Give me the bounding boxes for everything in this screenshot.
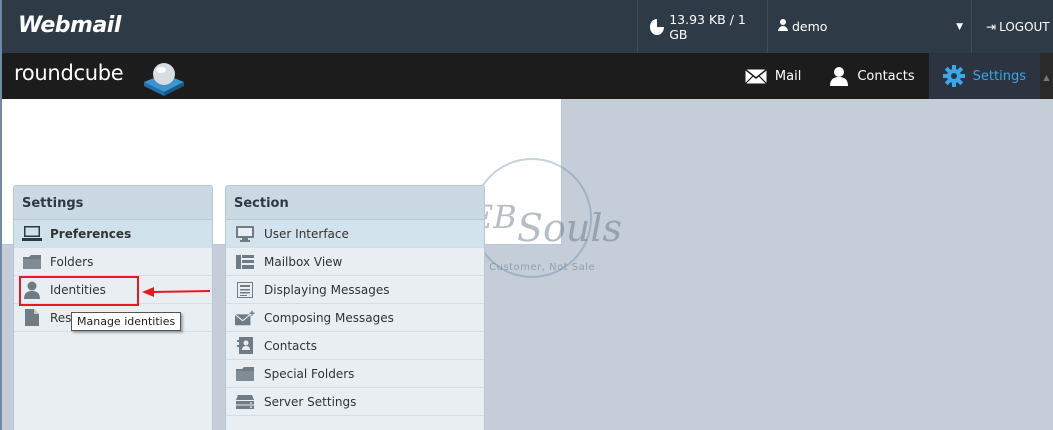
- document-icon: [22, 309, 42, 327]
- settings-item-preferences[interactable]: Preferences: [14, 220, 212, 248]
- user-icon: [778, 19, 788, 31]
- app-navbar: roundcube Mail Contacts Settings ▲: [0, 53, 1053, 99]
- tooltip-manage-identities: Manage identities: [71, 312, 182, 331]
- gear-icon: [942, 65, 965, 87]
- section-panel: Section User Interface Mailbox View Disp…: [225, 185, 485, 430]
- settings-item-label: Folders: [50, 254, 94, 269]
- contacts-icon: [829, 66, 849, 86]
- user-label: demo: [778, 19, 827, 34]
- settings-item-label: Preferences: [50, 226, 132, 241]
- quota-pie-icon: [650, 18, 665, 35]
- section-panel-title: Section: [226, 186, 484, 220]
- settings-item-folders[interactable]: Folders: [14, 248, 212, 276]
- top-bar-right: 13.93 KB / 1 GB demo ▼ ⇥ LOGOUT: [637, 0, 1053, 53]
- section-item-label: Contacts: [264, 338, 317, 353]
- top-bar: Webmail 13.93 KB / 1 GB demo ▼ ⇥ LOGOUT: [0, 0, 1053, 53]
- section-item-user-interface[interactable]: User Interface: [226, 220, 484, 248]
- section-item-contacts[interactable]: Contacts: [226, 332, 484, 360]
- roundcube-cube-icon: [144, 63, 184, 96]
- server-icon: [235, 393, 255, 411]
- nav-settings-label: Settings: [972, 68, 1026, 84]
- envelope-icon: [744, 68, 767, 84]
- scroll-up-arrow-icon[interactable]: ▲: [1040, 53, 1053, 99]
- nav-items: Mail Contacts Settings ▲: [731, 53, 1053, 99]
- identities-highlight-box: [19, 276, 139, 306]
- folder-icon: [235, 365, 255, 383]
- section-item-label: Mailbox View: [264, 254, 343, 269]
- section-item-mailbox-view[interactable]: Mailbox View: [226, 248, 484, 276]
- monitor-icon: [235, 225, 255, 243]
- settings-item-label: Res: [50, 310, 72, 325]
- nav-contacts[interactable]: Contacts: [815, 53, 928, 99]
- mailbox-view-icon: [235, 253, 255, 271]
- section-item-displaying-messages[interactable]: Displaying Messages: [226, 276, 484, 304]
- section-item-label: Special Folders: [264, 366, 355, 381]
- quota-indicator: 13.93 KB / 1 GB: [637, 0, 767, 53]
- settings-panel: Settings Preferences Folders Identities …: [13, 185, 213, 430]
- section-item-label: User Interface: [264, 226, 349, 241]
- section-item-label: Displaying Messages: [264, 282, 390, 297]
- roundcube-logo: roundcube: [14, 61, 124, 85]
- caret-down-icon: ▼: [956, 21, 963, 32]
- webmail-brand: Webmail: [18, 13, 121, 38]
- user-menu[interactable]: demo ▼: [767, 0, 971, 53]
- section-item-label: Composing Messages: [264, 310, 394, 325]
- message-display-icon: [235, 281, 255, 299]
- section-item-server-settings[interactable]: Server Settings: [226, 388, 484, 416]
- laptop-icon: [22, 225, 42, 243]
- contact-card-icon: [235, 337, 255, 355]
- annotation-arrow-icon: [142, 287, 211, 297]
- compose-icon: [235, 309, 255, 327]
- folder-icon: [22, 253, 42, 271]
- section-item-label: Server Settings: [264, 394, 357, 409]
- section-item-special-folders[interactable]: Special Folders: [226, 360, 484, 388]
- section-item-composing-messages[interactable]: Composing Messages: [226, 304, 484, 332]
- nav-settings[interactable]: Settings: [928, 53, 1040, 99]
- logout-label: LOGOUT: [999, 19, 1050, 34]
- nav-mail[interactable]: Mail: [731, 53, 815, 99]
- settings-panel-title: Settings: [14, 186, 212, 220]
- username: demo: [792, 19, 828, 34]
- nav-contacts-label: Contacts: [857, 68, 915, 84]
- quota-text: 13.93 KB / 1 GB: [669, 11, 746, 42]
- nav-mail-label: Mail: [774, 68, 802, 84]
- logout-button[interactable]: ⇥ LOGOUT: [971, 0, 1053, 53]
- logout-icon: ⇥: [986, 19, 997, 34]
